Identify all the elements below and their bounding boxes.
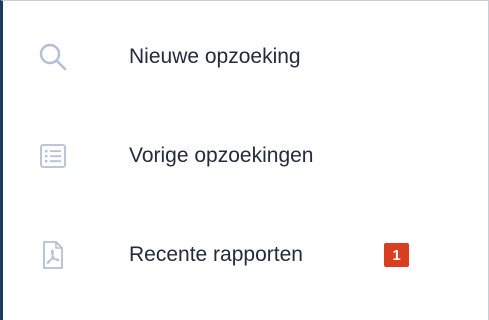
list-icon <box>33 136 73 176</box>
menu-item-label: Nieuwe opzoeking <box>129 45 301 68</box>
search-icon <box>33 37 73 77</box>
menu-item-label: Vorige opzoekingen <box>129 144 314 167</box>
notification-badge: 1 <box>384 243 409 267</box>
menu-item-label: Recente rapporten <box>129 243 303 266</box>
menu-item-previous-searches[interactable]: Vorige opzoekingen <box>3 126 488 186</box>
menu-item-new-search[interactable]: Nieuwe opzoeking <box>3 27 488 87</box>
pdf-document-icon <box>33 235 73 275</box>
menu-item-recent-reports[interactable]: Recente rapporten 1 <box>3 225 488 285</box>
side-menu: Nieuwe opzoeking Vorige opzoekingen Rece <box>0 0 489 320</box>
